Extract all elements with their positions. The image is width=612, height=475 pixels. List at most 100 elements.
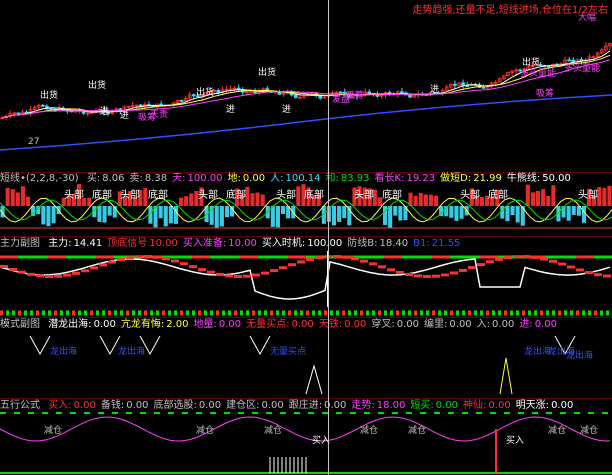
kdj-tag: 底部 (304, 188, 324, 201)
indicator-number: 0.00 (73, 400, 96, 411)
kdj-bar (413, 195, 418, 206)
indicator-value: 明天涨: 0.00 (516, 400, 574, 411)
indicator-label: B1: (413, 238, 430, 249)
indicator-value: 底部选股: 0.00 (153, 400, 221, 411)
dive-marker-label: 龙出海 (524, 345, 551, 357)
indicator-label: 入: (476, 319, 491, 330)
main-force-step (585, 271, 593, 275)
candle-body (461, 82, 465, 86)
kdj-tag: 头部 (460, 188, 480, 201)
main-force-step (396, 270, 404, 274)
kdj-bar (398, 206, 403, 221)
indicator-label: 亢龙有悔: (120, 319, 165, 330)
indicator-number: 0.00 (242, 173, 266, 184)
main-force-step (486, 260, 494, 264)
indicator-number: 21.99 (473, 173, 502, 184)
main-force-step (261, 271, 269, 275)
kdj-bar (163, 206, 168, 227)
kdj-bar (515, 206, 520, 223)
indicator-number: 8.38 (144, 173, 168, 184)
indicator-number: 10.00 (228, 238, 257, 249)
kdj-tag: 底部 (148, 188, 168, 201)
ma60-line (0, 94, 612, 151)
chart-signal-label: 出货 (258, 66, 276, 78)
kdj-bar (530, 192, 535, 206)
main-force-step (531, 255, 539, 259)
main-force-step (54, 274, 62, 278)
indicator-value: 跟庄进: 0.00 (289, 400, 347, 411)
formula-panel[interactable]: 减仓 减仓 减仓 减仓 减仓 减仓 买入 减仓 买入 五行公式 买入: 0.00 备钱: 0.00 底部… (0, 399, 612, 475)
dive-v-mark (99, 335, 121, 356)
candle-body (400, 91, 404, 94)
main-force-step (216, 272, 224, 276)
formula-tag: 减仓 (44, 424, 62, 436)
main-force-step (297, 260, 305, 264)
main-force-step (108, 260, 116, 264)
kdj-bar (428, 194, 433, 206)
kdj-tag: 头部 (198, 188, 218, 201)
chart-signal-label: 进 (100, 106, 109, 117)
candle-body (567, 59, 571, 62)
kdj-bar (219, 206, 224, 227)
indicator-value: 亢龙有悔: 2.00 (121, 319, 189, 330)
indicator-value: 卖: 8.38 (130, 173, 168, 184)
main-force-step (72, 271, 80, 275)
indicator-label: 短买: (410, 400, 434, 411)
main-force-step (252, 273, 260, 277)
kdj-bar (423, 194, 428, 206)
formula-tag: 减仓 (408, 424, 426, 436)
main-force-step (99, 263, 107, 267)
dive-v-mark (249, 335, 271, 356)
indicator-label: 主力: (48, 238, 72, 249)
indicator-value: 短买: 0.00 (410, 400, 458, 411)
main-force-step (63, 273, 71, 277)
indicator-value: 地: 0.00 (228, 173, 266, 184)
main-force-step (450, 271, 458, 275)
kdj-tag: 底部 (382, 188, 402, 201)
candlestick-chart: 出货出货出货出货出货进 进进进大幅多头量能 多头量能发盘进天贵吸筹吸筹吸筹 (0, 11, 612, 151)
indicator-value: 无量买点: 0.00 (246, 319, 314, 330)
kdj-bar (546, 195, 551, 206)
kdj-bar (434, 195, 439, 206)
kdj-tag: 头部 (64, 188, 84, 201)
indicator-name: 模式副图 (0, 319, 40, 330)
signal-notice: 走势趋强,还量不足,短线进场,仓位在1/2左右 (412, 5, 608, 16)
indicator-value: 看长K: 19.23 (375, 173, 436, 184)
kdj-bar (418, 192, 423, 206)
dive-panel[interactable]: 龙出海 龙出海 无量买点 龙出海 龙出海 龙出海 模式副图 潜龙出海: 0.00 亢龙有悔: 2… (0, 318, 612, 398)
main-chart-panel[interactable]: 出货 出货 出货 出货 出货进进进进大幅 多头量能 多头量能 发盘进天贵 吸筹 吸筹 吸筹 走势趋强… (0, 0, 612, 172)
main-force-panel[interactable]: 主力副图 主力: 14.41 顶底信号 10.00 买入准备: 10.00 买入时机: 100… (0, 237, 612, 317)
kdj-bar (581, 206, 586, 223)
chart-signal-label: 吸筹 (138, 111, 156, 123)
indicator-number: 0.00 (435, 400, 459, 411)
kdj-d-line (0, 199, 612, 221)
main-force-step (477, 263, 485, 267)
kdj-bar (541, 189, 546, 206)
main-force-step (171, 259, 179, 263)
kdj-panel[interactable]: 头部 底部 头部 底部 头部 底部 头部 底部 头部 底部 头部 底部 头部 短线•(2,2,8,-30… (0, 172, 612, 236)
indicator-value: 做短D: 21.99 (440, 173, 502, 184)
main-force-step (441, 273, 449, 277)
dive-header: 模式副图 潜龙出海: 0.00 亢龙有悔: 2.00 地量: 0.00 无量买点: 0.00 天… (0, 318, 562, 331)
indicator-label: 走势: (351, 400, 375, 411)
indicator-number: 19.23 (406, 173, 436, 184)
main-force-step (27, 272, 35, 276)
indicator-value: 牛熊线: 50.00 (507, 173, 571, 184)
main-force-step (558, 262, 566, 266)
kdj-bar (87, 197, 92, 206)
kdj-bar (393, 206, 398, 216)
indicator-value: 防线B: 18.40 (347, 238, 408, 249)
indicator-number: 0.00 (449, 319, 472, 330)
main-force-step (351, 257, 359, 261)
main-force-step (18, 270, 26, 274)
indicator-label: 编里: (424, 319, 448, 330)
chart-signal-label: 进 (226, 104, 235, 115)
main-force-step (126, 256, 134, 260)
indicator-value: 顶底信号 10.00 (107, 238, 178, 249)
chart-signal-label: 吸筹 (346, 89, 364, 101)
formula-tag: 买入 (506, 435, 524, 446)
main-force-step (81, 269, 89, 273)
indicator-number: 14.41 (73, 238, 103, 249)
kdj-bar (510, 206, 515, 216)
main-force-step (315, 256, 323, 260)
